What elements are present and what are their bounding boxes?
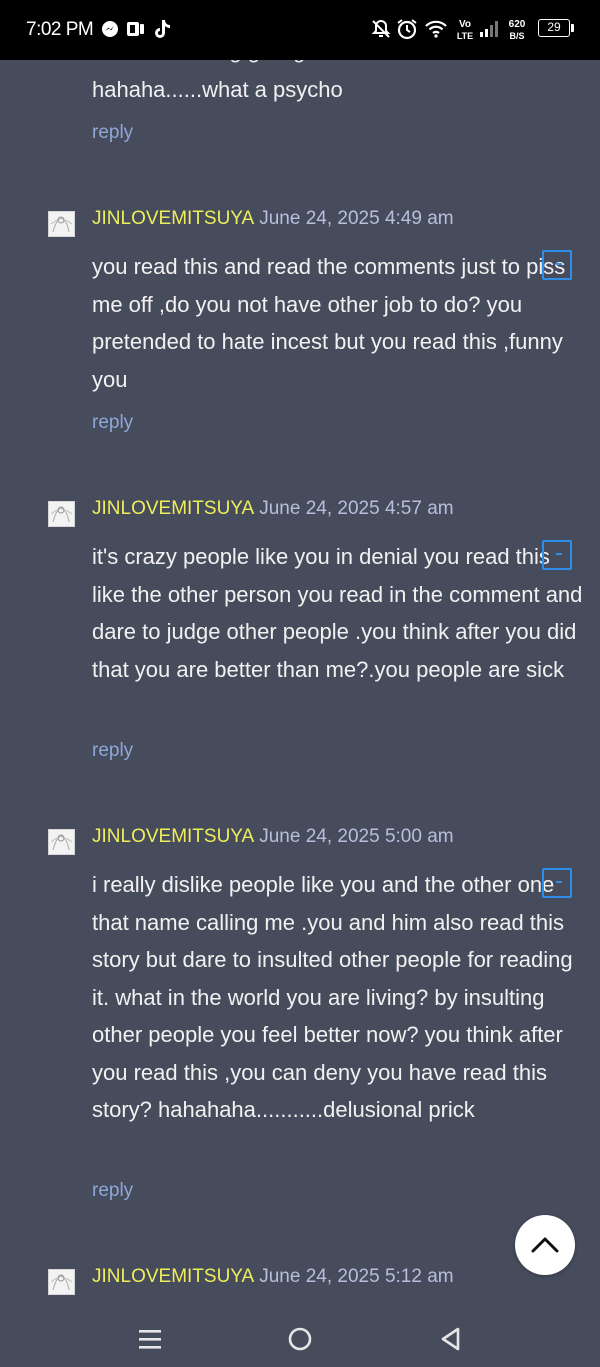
avatar bbox=[48, 829, 75, 855]
comment-text-cut: read it and t'ing giving bad comments bbox=[92, 60, 587, 70]
nav-back-button[interactable] bbox=[436, 1325, 464, 1353]
status-bar: 7:02 PM Vo LTE 620 B/S 29 bbox=[0, 0, 600, 60]
comment-date[interactable]: June 24, 2025 4:57 am bbox=[259, 498, 453, 519]
nav-home-button[interactable] bbox=[286, 1325, 314, 1353]
signal-icon bbox=[478, 18, 500, 40]
status-time: 7:02 PM bbox=[26, 19, 94, 40]
battery-tip bbox=[571, 24, 574, 32]
volte-label: Vo bbox=[458, 19, 472, 30]
reply-link[interactable]: reply bbox=[92, 1180, 133, 1202]
comment-text: you read this and read the comments just… bbox=[92, 254, 566, 392]
comment-date[interactable]: June 24, 2025 4:49 am bbox=[259, 208, 453, 229]
comment-text: hahaha......what a psycho bbox=[92, 77, 343, 102]
comments-list: read it and t'ing giving bad comments ha… bbox=[0, 60, 600, 1307]
comment-date[interactable]: June 24, 2025 5:00 am bbox=[259, 826, 453, 847]
comment-date[interactable]: June 24, 2025 5:12 am bbox=[259, 1266, 453, 1287]
avatar bbox=[48, 1269, 75, 1295]
network-speed-unit: B/S bbox=[509, 31, 525, 41]
battery-indicator: 29 bbox=[538, 19, 570, 37]
menu-icon bbox=[139, 1330, 161, 1349]
lte-label: LTE bbox=[456, 31, 474, 41]
alarm-icon bbox=[396, 18, 418, 40]
tiktok-icon bbox=[153, 18, 171, 40]
messenger-icon bbox=[101, 18, 119, 40]
comment-author[interactable]: JINLOVEMITSUYA June 24, 2025 5:00 am bbox=[92, 826, 454, 848]
comment-author[interactable]: JINLOVEMITSUYA June 24, 2025 4:49 am bbox=[92, 208, 454, 230]
author-name[interactable]: JINLOVEMITSUYA bbox=[92, 826, 254, 847]
avatar bbox=[48, 501, 75, 527]
comment-author[interactable]: JINLOVEMITSUYA June 24, 2025 5:12 am bbox=[92, 1266, 454, 1288]
mute-bell-icon bbox=[371, 18, 391, 40]
chevron-up-icon bbox=[531, 1237, 559, 1253]
author-name[interactable]: JINLOVEMITSUYA bbox=[92, 208, 254, 229]
app-notification-icon bbox=[126, 18, 146, 40]
battery-level: 29 bbox=[547, 20, 561, 34]
home-circle-icon bbox=[288, 1327, 312, 1351]
wifi-icon bbox=[424, 18, 448, 40]
comment-text: it's crazy people like you in denial you… bbox=[92, 544, 583, 682]
reply-link[interactable]: reply bbox=[92, 122, 133, 144]
back-triangle-icon bbox=[441, 1327, 460, 1351]
comment-text: i really dislike people like you and the… bbox=[92, 872, 573, 1122]
selection-handle-box[interactable] bbox=[542, 540, 572, 570]
reply-link[interactable]: reply bbox=[92, 412, 133, 434]
author-name[interactable]: JINLOVEMITSUYA bbox=[92, 1266, 254, 1287]
nav-menu-button[interactable] bbox=[136, 1325, 164, 1353]
system-nav-bar bbox=[0, 1307, 600, 1367]
selection-handle-box[interactable] bbox=[542, 250, 572, 280]
selection-handle-box[interactable] bbox=[542, 868, 572, 898]
avatar bbox=[48, 211, 75, 237]
comment-author[interactable]: JINLOVEMITSUYA June 24, 2025 4:57 am bbox=[92, 498, 454, 520]
scroll-to-top-button[interactable] bbox=[515, 1215, 575, 1275]
network-speed-value: 620 bbox=[508, 19, 526, 30]
author-name[interactable]: JINLOVEMITSUYA bbox=[92, 498, 254, 519]
reply-link[interactable]: reply bbox=[92, 740, 133, 762]
